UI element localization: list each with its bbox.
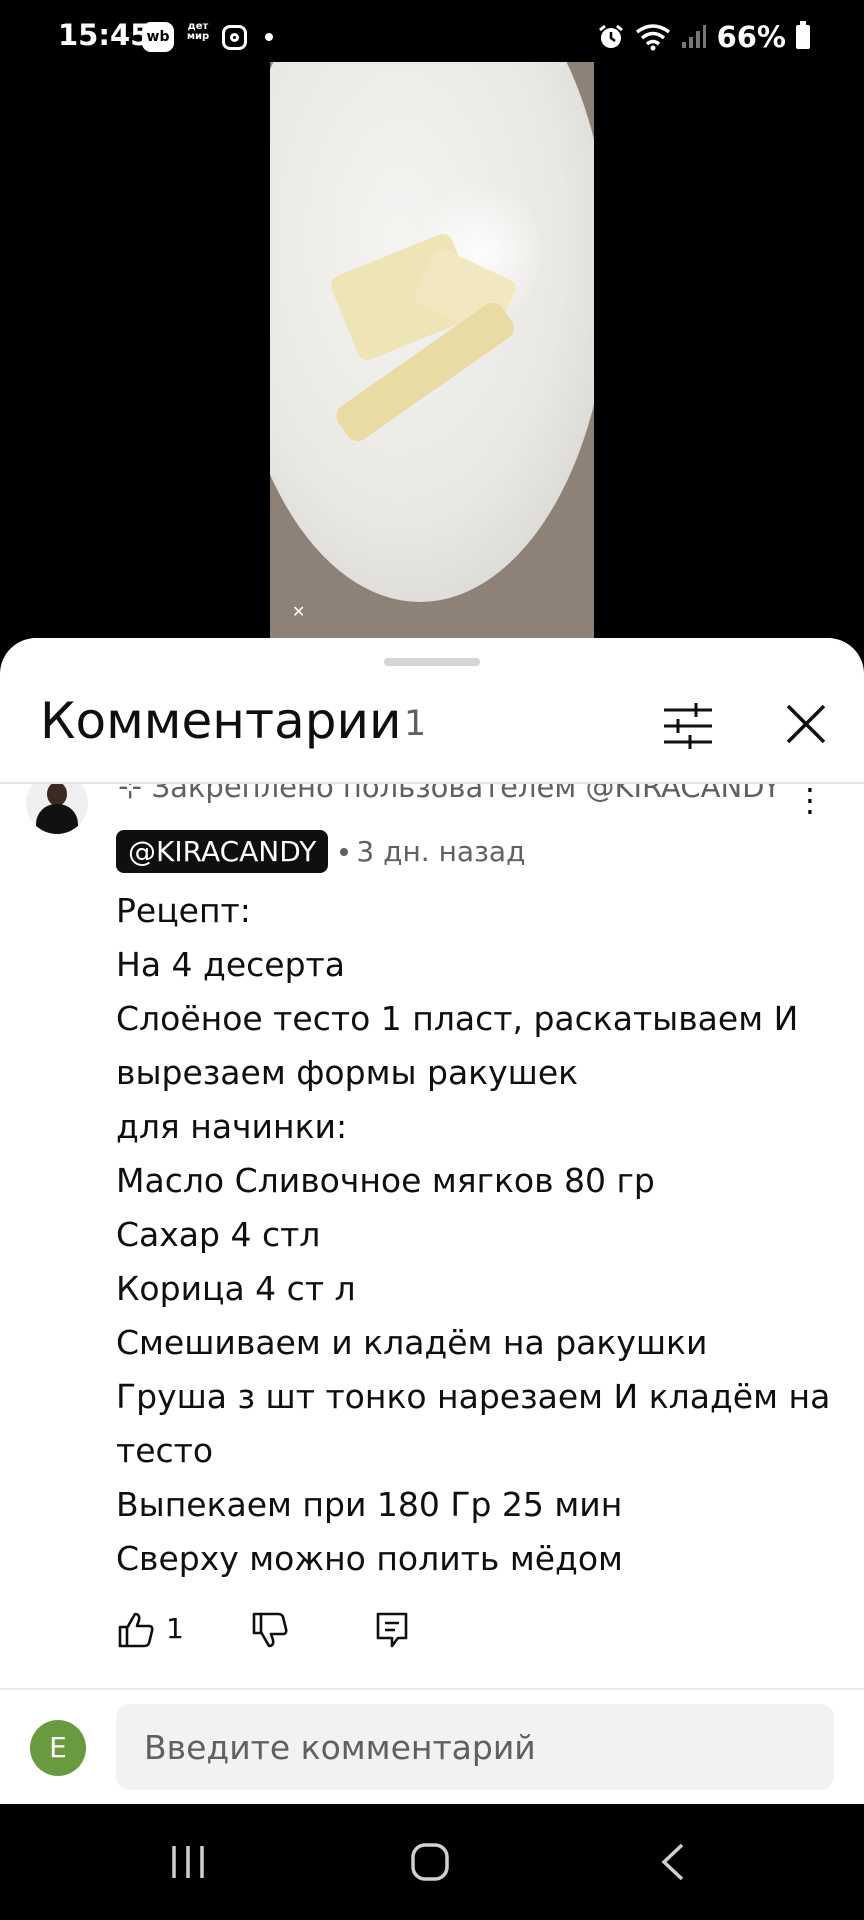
comments-count: 1	[404, 704, 427, 744]
author-handle[interactable]: @KIRACANDY	[116, 830, 329, 873]
alarm-icon	[598, 24, 623, 48]
comment-line: Корица 4 ст л	[116, 1269, 356, 1308]
comments-sheet: Комментарии 1 ⊹ Закреплено пользователем…	[0, 638, 864, 1804]
comment-input[interactable]	[116, 1704, 834, 1790]
home-icon[interactable]	[410, 1842, 450, 1882]
author-avatar[interactable]	[26, 784, 88, 834]
instagram-icon	[222, 24, 247, 50]
battery-icon	[796, 21, 810, 49]
comments-title: Комментарии	[40, 692, 402, 750]
comment-line: Рецепт:	[116, 891, 251, 930]
system-icons: 66%	[597, 20, 810, 54]
avatar-head	[47, 784, 67, 806]
user-avatar[interactable]: E	[30, 1720, 86, 1776]
like-count: 1	[166, 1612, 184, 1645]
video-player[interactable]: ✕	[270, 62, 594, 638]
comment-actions: 1	[116, 1610, 516, 1654]
back-icon[interactable]	[658, 1842, 688, 1882]
navigation-bar	[0, 1804, 864, 1920]
comment-line: для начинки:	[116, 1107, 348, 1146]
comments-list: ⊹ Закреплено пользователем @KIRACANDY ⋮ …	[0, 784, 864, 1684]
status-time: 15:45	[58, 18, 151, 52]
wildberries-icon: wb	[142, 22, 174, 52]
signal-icon	[681, 25, 706, 48]
dislike-icon[interactable]	[250, 1610, 290, 1650]
comment-line: Сверху можно полить мёдом	[116, 1539, 623, 1578]
comment-text: Рецепт: На 4 десерта Слоёное тесто 1 пла…	[116, 884, 831, 1586]
comment-line: вырезаем формы ракушек	[116, 1053, 579, 1092]
sort-filter-icon[interactable]	[662, 702, 714, 750]
comment-line: тесто	[116, 1431, 214, 1470]
comment-line: На 4 десерта	[116, 945, 345, 984]
avatar-body	[36, 804, 78, 834]
separator-dot	[340, 847, 349, 856]
close-icon[interactable]	[784, 702, 828, 746]
drag-handle[interactable]	[384, 658, 480, 666]
reply-icon[interactable]	[372, 1610, 412, 1650]
recent-apps-icon[interactable]	[168, 1844, 208, 1880]
comment-header: @KIRACANDY 3 дн. назад	[116, 830, 525, 873]
comment-line: Груша з шт тонко нарезаем И кладём на	[116, 1377, 831, 1416]
comment-line: Выпекаем при 180 Гр 25 мин	[116, 1485, 623, 1524]
notification-icons: wb дет мир	[142, 22, 273, 52]
wifi-icon	[635, 24, 670, 51]
comment-line: Слоёное тесто 1 пласт, раскатываем И	[116, 999, 799, 1038]
capcut-icon: ✕	[292, 602, 306, 621]
pinned-label: ⊹ Закреплено пользователем @KIRACANDY	[118, 784, 781, 804]
battery-percent: 66%	[716, 20, 786, 54]
input-divider	[0, 1688, 864, 1690]
like-icon[interactable]	[116, 1610, 156, 1650]
comment-time: 3 дн. назад	[356, 835, 526, 868]
comment-line: Смешиваем и кладём на ракушки	[116, 1323, 708, 1362]
comment-line: Масло Сливочное мягков 80 гр	[116, 1161, 655, 1200]
pinned-text: Закреплено пользователем @KIRACANDY	[151, 784, 781, 804]
pin-icon: ⊹	[118, 784, 152, 804]
more-options-icon[interactable]: ⋮	[794, 784, 826, 820]
more-notifications-dot-icon	[265, 33, 273, 41]
detmir-icon: дет мир	[186, 21, 210, 42]
comment-line: Сахар 4 стл	[116, 1215, 321, 1254]
